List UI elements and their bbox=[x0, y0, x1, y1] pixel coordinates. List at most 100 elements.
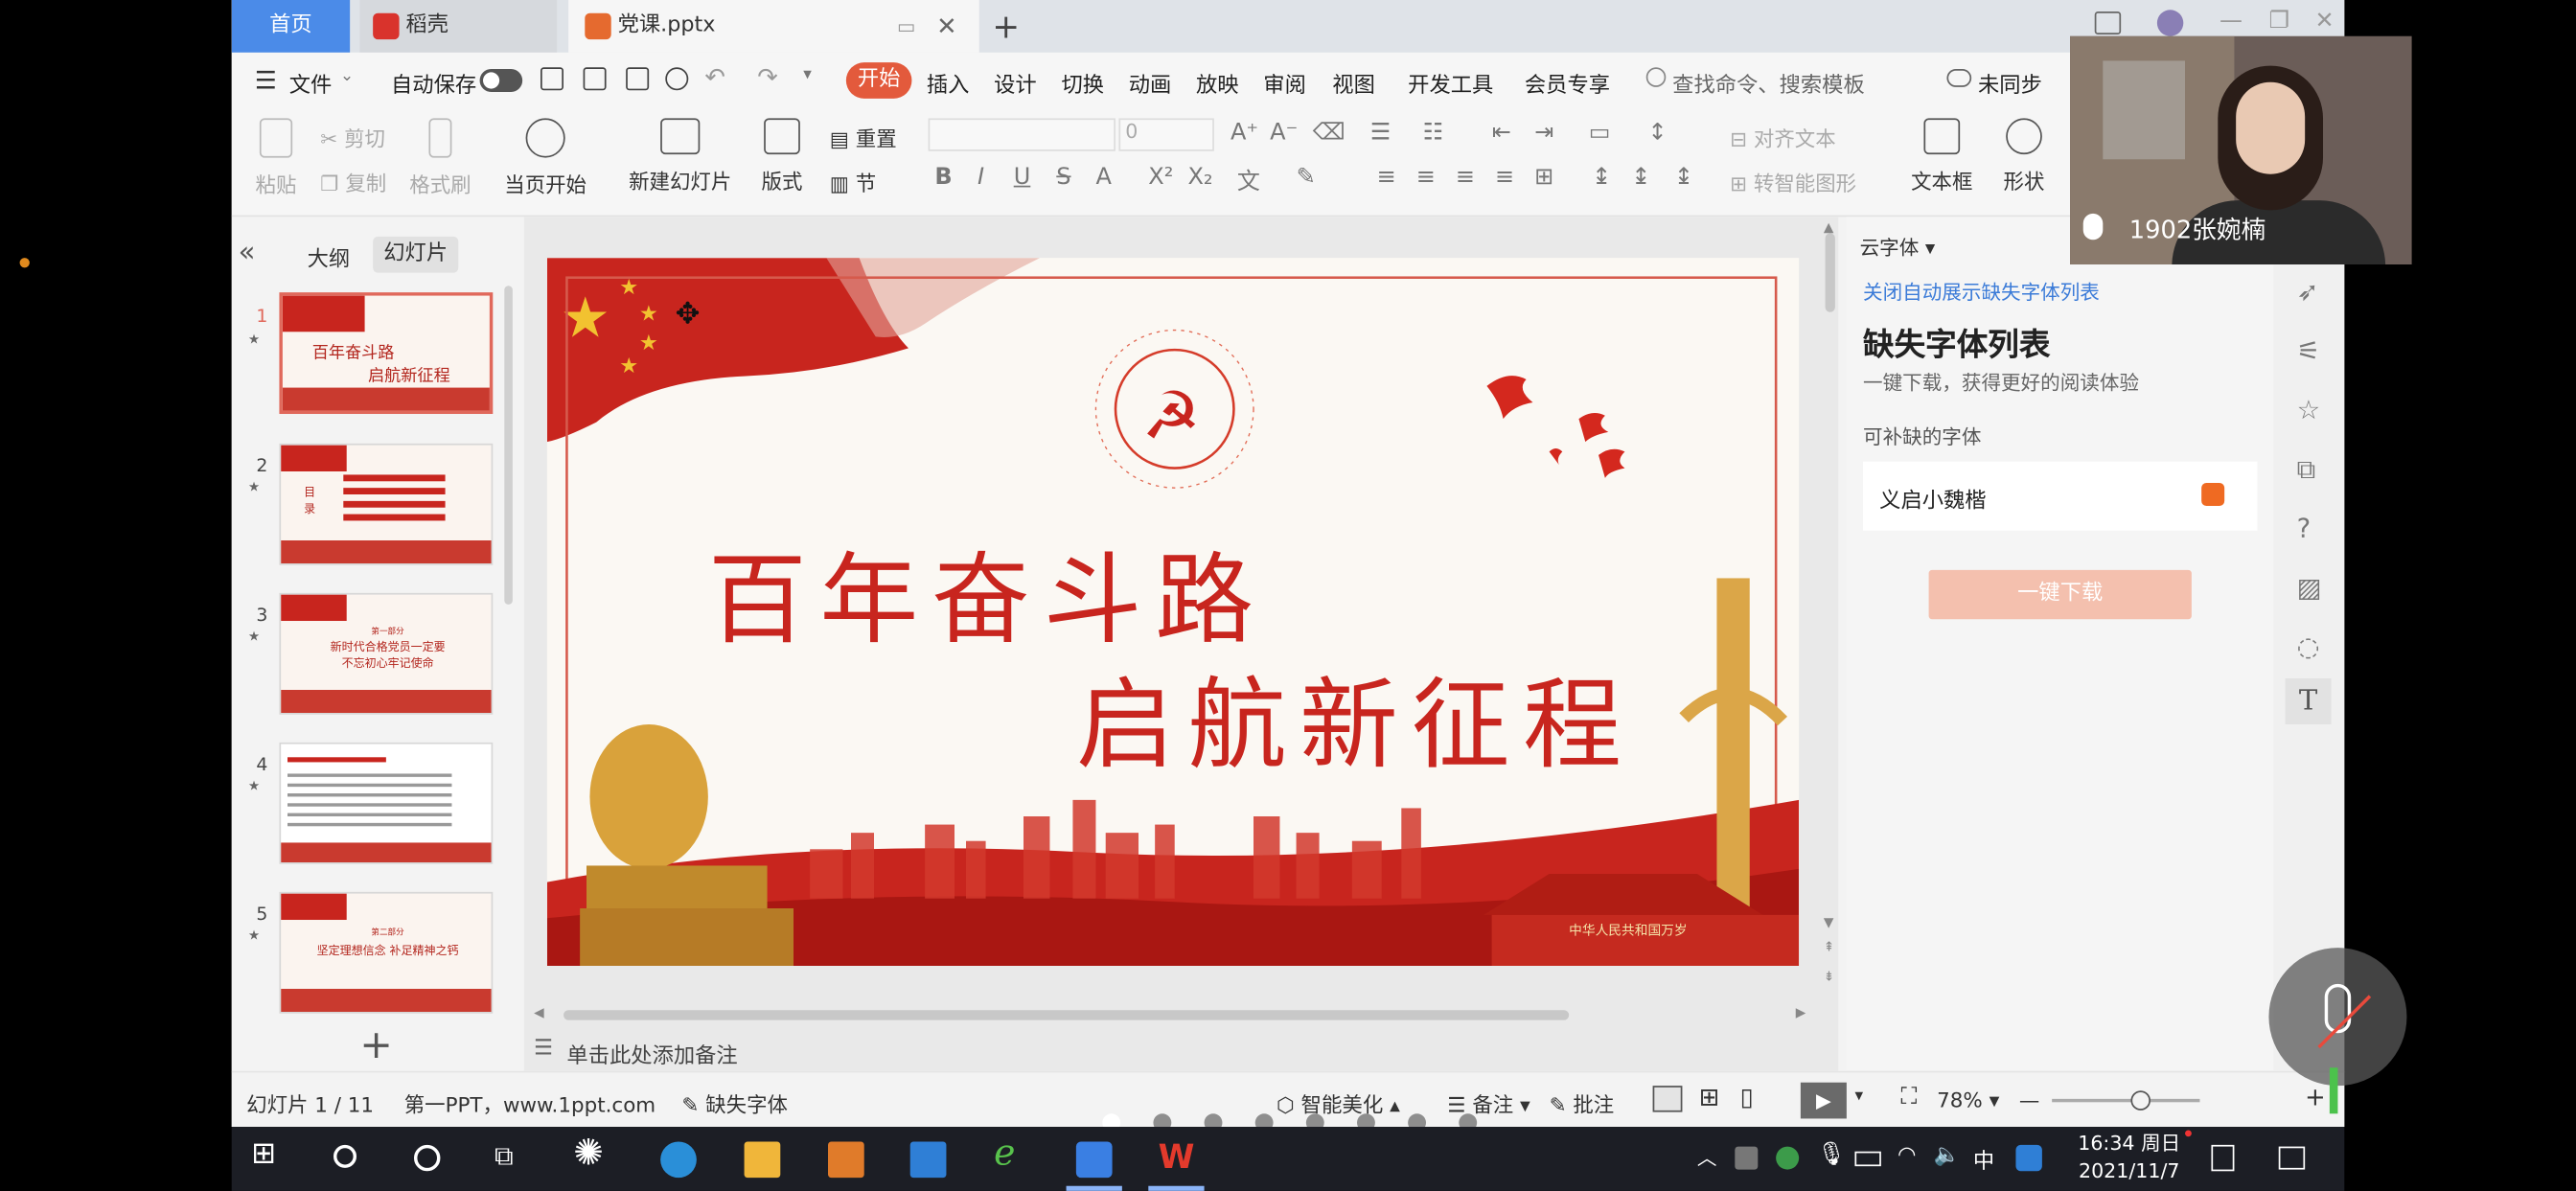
next-slide-icon[interactable]: ⇟ bbox=[1824, 969, 1834, 983]
strikethrough-icon[interactable]: S bbox=[1056, 164, 1070, 190]
task-view-icon[interactable]: ⧉ bbox=[494, 1140, 531, 1177]
download-button[interactable]: 一键下载 bbox=[1928, 569, 2192, 620]
tab-document[interactable]: 党课.pptx ▭ ✕ bbox=[568, 0, 979, 53]
paragraph-spacing-icon[interactable]: ↨ bbox=[1631, 164, 1650, 190]
explorer-icon[interactable] bbox=[744, 1141, 781, 1179]
from-current-button[interactable]: 当页开始 bbox=[497, 118, 592, 198]
save-icon[interactable] bbox=[540, 67, 564, 91]
spacing-icon[interactable]: ↨ bbox=[1674, 164, 1693, 190]
export-icon[interactable] bbox=[583, 67, 607, 91]
cortana-icon[interactable] bbox=[414, 1144, 441, 1172]
close-tab-icon[interactable]: ✕ bbox=[936, 0, 957, 53]
horizontal-scrollbar[interactable] bbox=[564, 1010, 1570, 1020]
wps-icon[interactable]: W bbox=[1159, 1136, 1195, 1176]
bold-icon[interactable]: B bbox=[934, 164, 952, 190]
reading-view-icon[interactable]: ▯ bbox=[1739, 1083, 1753, 1112]
sorter-view-icon[interactable]: ⊞ bbox=[1699, 1083, 1720, 1112]
outdent-icon[interactable]: ⇤ bbox=[1492, 120, 1511, 146]
font-shrink-icon[interactable]: A⁻ bbox=[1270, 120, 1298, 146]
tab-insert[interactable]: 插入 bbox=[927, 67, 970, 99]
justify-icon[interactable]: ≡ bbox=[1495, 164, 1514, 190]
zoom-level[interactable]: 78% ▾ bbox=[1937, 1088, 1999, 1112]
textbox-button[interactable]: 文本框 bbox=[1904, 118, 1980, 195]
smart-shape-button[interactable]: ⊞ 转智能图形 bbox=[1730, 166, 1856, 197]
close-window-icon[interactable]: ✕ bbox=[2314, 9, 2334, 34]
mail-icon[interactable] bbox=[909, 1141, 947, 1179]
customize-icon[interactable]: ▾ bbox=[803, 66, 812, 84]
line-spacing-icon[interactable]: ↨ bbox=[1592, 164, 1611, 190]
zoom-out-icon[interactable]: — bbox=[2019, 1088, 2039, 1112]
layout-button[interactable]: 版式 bbox=[754, 118, 810, 195]
bullets-icon[interactable]: ☰ bbox=[1370, 120, 1392, 146]
tray-chevron-icon[interactable]: ︿ bbox=[1697, 1143, 1734, 1180]
play-button[interactable]: ▶ bbox=[1800, 1082, 1847, 1119]
font-grow-icon[interactable]: A⁺ bbox=[1230, 120, 1258, 146]
search-icon[interactable] bbox=[334, 1144, 357, 1168]
font-size-select[interactable]: 0 bbox=[1118, 118, 1214, 151]
close-autoshow-link[interactable]: 关闭自动展示缺失字体列表 bbox=[1863, 278, 2100, 306]
panel-scrollbar[interactable] bbox=[504, 286, 513, 605]
slide-thumbnail[interactable] bbox=[279, 742, 494, 864]
font-list-item[interactable]: 义启小魏楷 bbox=[1863, 461, 2258, 531]
slide-canvas[interactable]: ★ ★ ★ ★ ★ ☭ 百年奋斗路 启航新征程 中华人民共和国万岁 ✥ bbox=[546, 258, 1800, 967]
cut-button[interactable]: ✂ 剪切 bbox=[320, 122, 385, 153]
vertical-scrollbar[interactable] bbox=[1825, 233, 1835, 312]
slide-title-line1[interactable]: 百年奋斗路 bbox=[708, 520, 1267, 663]
zoom-slider[interactable] bbox=[2052, 1090, 2200, 1111]
tab-home[interactable]: 首页 bbox=[231, 0, 351, 53]
image-icon[interactable]: ▨ bbox=[2297, 572, 2322, 604]
tab-start[interactable]: 开始 bbox=[845, 62, 912, 99]
notes-app-icon[interactable] bbox=[2211, 1144, 2235, 1172]
new-tab-button[interactable]: + bbox=[992, 0, 1024, 53]
section-button[interactable]: ▥ 节 bbox=[830, 166, 877, 197]
clock[interactable]: 16:34 周日 2021/11/7 bbox=[2072, 1130, 2187, 1185]
distribute-icon[interactable]: ⊞ bbox=[1534, 164, 1553, 190]
tab-developer[interactable]: 开发工具 bbox=[1408, 67, 1493, 99]
tab-outline[interactable]: 大纲 bbox=[308, 241, 351, 273]
underline-icon[interactable]: U bbox=[1014, 164, 1031, 190]
tab-slideshow[interactable]: 放映 bbox=[1196, 67, 1239, 99]
battery-icon[interactable] bbox=[1854, 1151, 1881, 1167]
volume-icon[interactable]: 🔈 bbox=[1934, 1143, 1970, 1180]
layout-icon[interactable] bbox=[2094, 11, 2122, 35]
slide-thumbnail[interactable]: 第一部分 新时代合格党员一定要 不忘初心牢记使命 bbox=[279, 592, 494, 715]
new-slide-button[interactable]: 新建幻灯片 bbox=[623, 118, 738, 195]
help-icon[interactable]: ? bbox=[2297, 513, 2312, 544]
rocket-icon[interactable]: ➶ bbox=[2297, 276, 2319, 308]
tab-transition[interactable]: 切换 bbox=[1061, 67, 1104, 99]
align-right-icon[interactable]: ≡ bbox=[1456, 164, 1475, 190]
slide-title-line2[interactable]: 启航新征程 bbox=[1076, 646, 1635, 789]
tab-design[interactable]: 设计 bbox=[994, 67, 1037, 99]
align-left-icon[interactable]: ≡ bbox=[1377, 164, 1396, 190]
file-menu[interactable]: 文件 bbox=[289, 67, 333, 99]
italic-icon[interactable]: I bbox=[978, 164, 984, 190]
store-icon[interactable] bbox=[828, 1141, 864, 1179]
wifi-icon[interactable]: ◠ bbox=[1898, 1143, 1934, 1180]
adjust-icon[interactable]: ⚟ bbox=[2297, 335, 2321, 367]
collapse-panel-icon[interactable]: « bbox=[239, 237, 256, 269]
zoom-slider-handle[interactable] bbox=[2130, 1090, 2151, 1111]
avatar[interactable] bbox=[2156, 10, 2184, 36]
fit-window-icon[interactable]: ⛶ bbox=[1900, 1084, 1917, 1110]
tray-app-icon[interactable] bbox=[1735, 1146, 1759, 1170]
maximize-icon[interactable]: ❐ bbox=[2268, 9, 2289, 34]
menu-icon[interactable]: ☰ bbox=[255, 66, 277, 96]
highlight-icon[interactable]: ✎ bbox=[1297, 164, 1316, 190]
prev-slide-icon[interactable]: ⇞ bbox=[1824, 940, 1834, 954]
autosave-toggle[interactable] bbox=[479, 69, 523, 93]
slide-thumbnail[interactable]: 百年奋斗路 启航新征程 bbox=[279, 292, 494, 415]
format-painter-button[interactable]: 格式刷 bbox=[407, 118, 473, 198]
windows-start-icon[interactable]: ⊞ bbox=[251, 1136, 288, 1173]
reset-button[interactable]: ▤ 重置 bbox=[830, 122, 897, 153]
cloud-font-dropdown[interactable]: 云字体 ▾ bbox=[1860, 233, 1936, 261]
search-command[interactable]: 查找命令、搜索模板 bbox=[1672, 67, 1865, 99]
ime-icon[interactable]: 中 bbox=[1973, 1143, 2010, 1180]
zoom-in-icon[interactable]: + bbox=[2305, 1083, 2326, 1112]
download-badge-icon[interactable] bbox=[2201, 483, 2225, 507]
slide-thumbnail[interactable]: 第二部分 坚定理想信念 补足精神之钙 bbox=[279, 891, 494, 1014]
subscript-icon[interactable]: X₂ bbox=[1187, 164, 1212, 190]
tab-animation[interactable]: 动画 bbox=[1129, 67, 1172, 99]
undo-icon[interactable]: ↶ bbox=[704, 62, 725, 92]
add-slide-button[interactable]: + bbox=[359, 1021, 392, 1067]
print-icon[interactable] bbox=[626, 67, 650, 91]
